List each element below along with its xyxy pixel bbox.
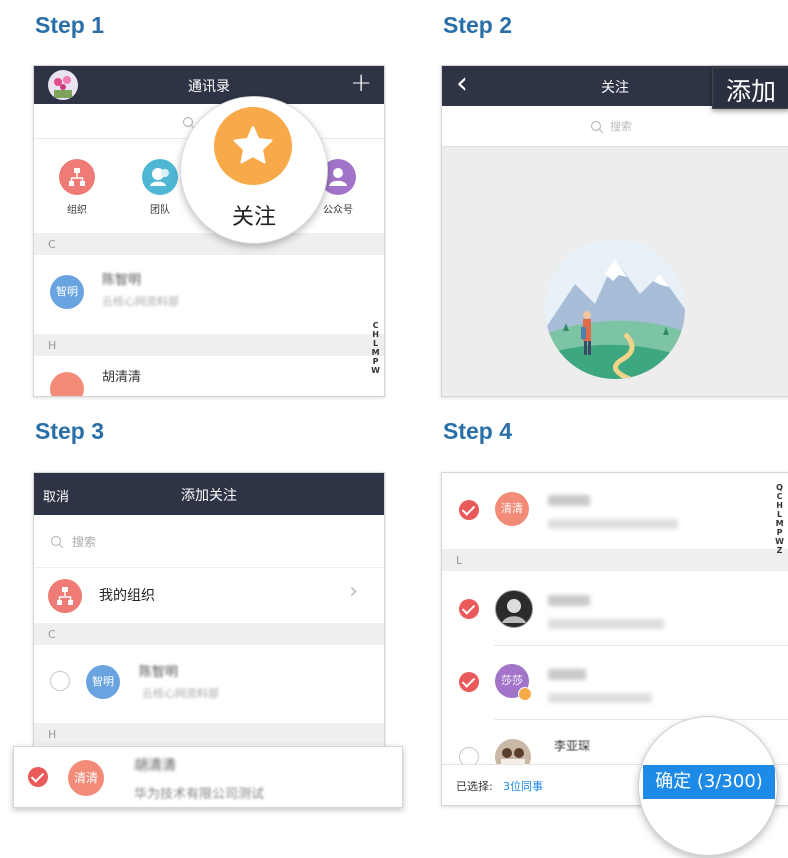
org-shortcut[interactable]: 组织: [56, 159, 98, 216]
index-letter[interactable]: M: [775, 519, 784, 528]
contact-avatar: 清清: [68, 760, 104, 796]
index-letter[interactable]: L: [775, 510, 784, 519]
index-letter[interactable]: P: [775, 528, 784, 537]
index-letter[interactable]: W: [775, 537, 784, 546]
step1-nav-title: 通讯录: [188, 79, 230, 95]
section-header-c: C: [34, 623, 384, 645]
step3-title: Step 3: [35, 418, 105, 444]
step3-navbar: 取消 添加关注: [34, 473, 384, 515]
contact-avatar: 清清: [495, 492, 529, 526]
index-letter[interactable]: W: [371, 366, 380, 375]
checked-icon[interactable]: [459, 599, 479, 619]
section-header-c: C: [34, 233, 384, 255]
confirm-zoom-callout: 确定 (3/300): [638, 716, 778, 856]
add-button[interactable]: +: [350, 68, 372, 98]
contact-photo-avatar: [495, 590, 533, 628]
index-letter[interactable]: H: [775, 501, 784, 510]
contact-row[interactable]: 智明 陈智明 云核心网资料部: [34, 645, 384, 715]
search-placeholder: 搜索: [72, 535, 97, 549]
empty-state-illustration: [545, 239, 685, 379]
checked-icon[interactable]: [28, 767, 48, 787]
contact-avatar: 智明: [86, 665, 120, 699]
select-radio[interactable]: [50, 671, 70, 691]
section-header-h: H: [34, 723, 384, 745]
team-shortcut[interactable]: 团队: [139, 159, 181, 216]
search-bar[interactable]: 搜索: [34, 515, 384, 568]
contact-company: [548, 519, 678, 529]
mountain-hiker-icon: [545, 239, 685, 379]
team-label: 团队: [150, 205, 170, 216]
contact-name: 胡清清: [102, 370, 142, 385]
contact-row[interactable]: [442, 573, 788, 645]
step1-navbar: 通讯录 +: [34, 66, 384, 104]
team-icon: [142, 159, 178, 195]
selected-prefix: 已选择:: [456, 780, 493, 793]
contact-avatar: [50, 372, 84, 396]
org-label: 组织: [67, 205, 87, 216]
contact-dept: 云核心网资料部: [142, 687, 219, 700]
confirm-button[interactable]: 确定 (3/300): [643, 765, 775, 799]
selected-contact-row[interactable]: 清清 胡清清 华为技术有限公司测试: [13, 746, 403, 808]
contact-company: 华为技术有限公司测试: [134, 787, 265, 802]
contact-avatar: 智明: [50, 275, 84, 309]
contact-company: [548, 693, 652, 703]
index-letter[interactable]: P: [371, 357, 380, 366]
search-index-icon[interactable]: Q: [775, 483, 784, 492]
index-letter[interactable]: Z: [775, 546, 784, 555]
search-icon: [50, 534, 64, 553]
contact-company: [548, 619, 664, 629]
alphabet-index[interactable]: C H L M P W: [371, 321, 380, 375]
contact-row[interactable]: 莎莎: [442, 647, 788, 719]
step2-panel: ‹ 关注 搜索: [441, 65, 788, 397]
section-header-h: H: [34, 334, 384, 356]
search-bar[interactable]: 搜索: [442, 106, 788, 147]
step3-panel: 取消 添加关注 搜索 我的组织 › C 智明 陈智明 云核心网资料部 H: [33, 472, 385, 756]
search-icon: [590, 119, 604, 138]
contact-name: 李亚琛: [554, 739, 591, 753]
star-icon: [233, 126, 273, 164]
contact-name: [548, 595, 590, 606]
selected-count-link[interactable]: 3位同事: [503, 778, 543, 794]
star-badge-icon: [518, 687, 532, 701]
contact-name: [548, 669, 586, 680]
my-organization-row[interactable]: 我的组织 ›: [34, 568, 384, 622]
checked-icon[interactable]: [459, 500, 479, 520]
index-letter[interactable]: H: [371, 330, 380, 339]
step2-title: Step 2: [443, 12, 513, 38]
contact-row[interactable]: 胡清清: [34, 356, 384, 396]
add-follow-button[interactable]: 添加: [712, 67, 788, 109]
org-icon: [48, 579, 82, 613]
contact-name: 胡清清: [134, 758, 176, 774]
contact-row[interactable]: 清清: [442, 473, 788, 545]
follow-label: 关注: [231, 205, 276, 230]
org-icon: [59, 159, 95, 195]
follow-zoom-callout[interactable]: 关注: [180, 96, 328, 244]
chevron-right-icon: ›: [349, 579, 358, 604]
index-letter[interactable]: C: [775, 492, 784, 501]
contact-name: 陈智明: [102, 273, 142, 288]
alphabet-index[interactable]: Q C H L M P W Z: [775, 483, 784, 555]
step1-title: Step 1: [35, 12, 105, 38]
contact-name: [548, 495, 590, 506]
contact-row[interactable]: 智明 陈智明 云核心网资料部: [34, 255, 384, 327]
step4-title: Step 4: [443, 418, 513, 444]
section-header-l: L: [442, 549, 788, 571]
my-organization-label: 我的组织: [99, 588, 155, 604]
contact-dept: 云核心网资料部: [102, 295, 179, 308]
contact-name: 陈智明: [139, 665, 179, 680]
add-label: 添加: [725, 77, 776, 106]
index-letter[interactable]: L: [371, 339, 380, 348]
index-letter[interactable]: M: [371, 348, 380, 357]
checked-icon[interactable]: [459, 672, 479, 692]
step3-nav-title: 添加关注: [181, 488, 237, 504]
index-letter[interactable]: C: [371, 321, 380, 330]
follow-icon: [214, 107, 292, 185]
search-placeholder: 搜索: [610, 120, 632, 133]
